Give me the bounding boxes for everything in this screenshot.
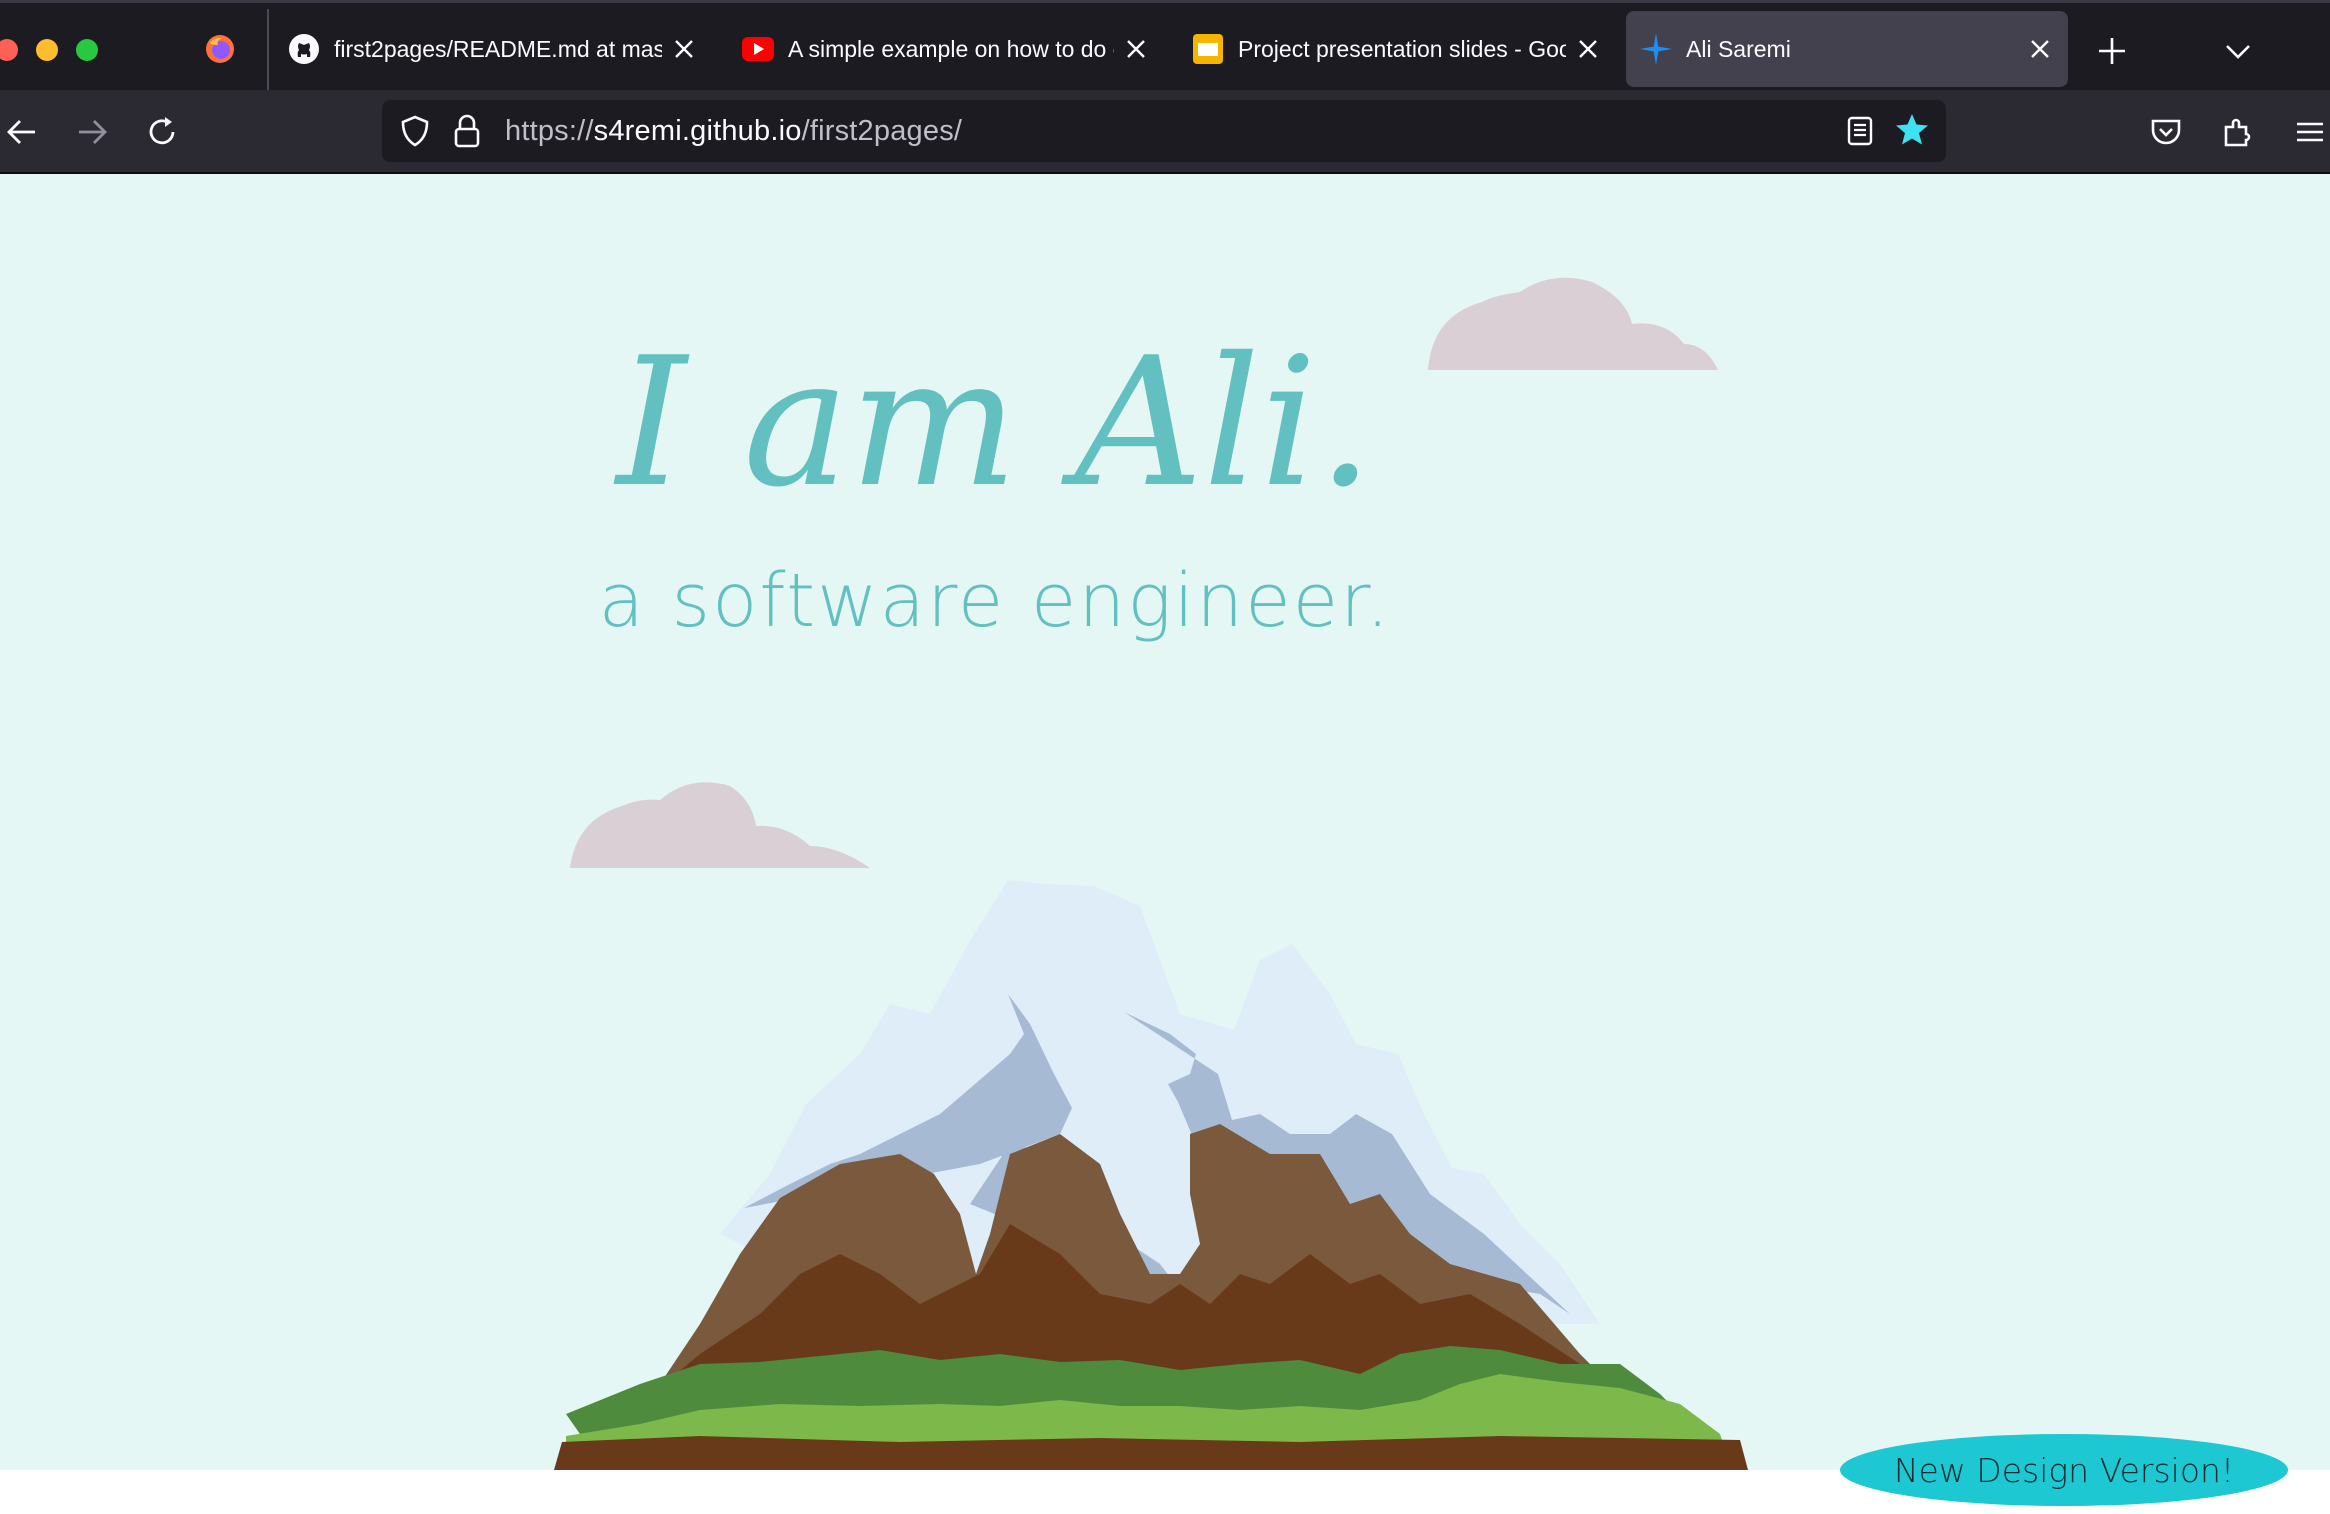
- tab-youtube[interactable]: A simple example on how to do c: [742, 11, 1150, 87]
- url-scheme: https://: [505, 115, 594, 147]
- menu-button[interactable]: [2288, 110, 2330, 154]
- close-tab-icon[interactable]: [670, 35, 698, 63]
- tab-strip: first2pages/README.md at master A simple…: [0, 0, 2330, 93]
- hero-name: I am Ali.: [616, 319, 1374, 526]
- new-design-version-button[interactable]: New Design Version!: [1840, 1434, 2288, 1506]
- navigation-toolbar: https://s4remi.github.io/first2pages/: [0, 90, 2330, 174]
- github-icon: [288, 33, 320, 65]
- plus-icon: [2099, 38, 2125, 64]
- hamburger-menu-icon: [2297, 122, 2323, 142]
- puzzle-icon: [2224, 118, 2251, 147]
- firefox-icon[interactable]: [204, 33, 236, 65]
- tab-separator: [267, 9, 269, 93]
- reload-icon: [149, 117, 175, 145]
- page-content: I am Ali. a software engineer.: [0, 174, 2330, 1470]
- lock-icon[interactable]: [452, 113, 482, 149]
- bookmark-star-icon[interactable]: [1894, 112, 1930, 148]
- arrow-left-icon: [7, 120, 35, 144]
- minimize-window-button[interactable]: [36, 39, 58, 61]
- tab-google-slides[interactable]: Project presentation slides - Google Sli…: [1192, 11, 1602, 87]
- pocket-button[interactable]: [2144, 110, 2188, 154]
- tab-title: Ali Saremi: [1686, 35, 1791, 62]
- close-tab-icon[interactable]: [2026, 35, 2054, 63]
- tab-ali-saremi[interactable]: Ali Saremi: [1626, 11, 2068, 87]
- new-tab-button[interactable]: [2090, 29, 2134, 73]
- url-path: /first2pages/: [801, 115, 963, 147]
- url-host: s4remi.github.io: [593, 115, 802, 147]
- sparkle-icon: [1640, 33, 1672, 65]
- arrow-right-icon: [79, 120, 107, 144]
- hero-subtitle: a software engineer.: [598, 558, 1392, 644]
- list-all-tabs-button[interactable]: [2216, 29, 2260, 73]
- back-button[interactable]: [0, 110, 44, 154]
- forward-button[interactable]: [70, 110, 114, 154]
- google-slides-icon: [1192, 33, 1224, 65]
- tab-github-readme[interactable]: first2pages/README.md at master: [288, 11, 698, 87]
- maximize-window-button[interactable]: [76, 39, 98, 61]
- tab-title: A simple example on how to do c: [788, 35, 1114, 62]
- close-tab-icon[interactable]: [1122, 35, 1150, 63]
- close-tab-icon[interactable]: [1574, 35, 1602, 63]
- extensions-button[interactable]: [2216, 110, 2260, 154]
- url-text[interactable]: https://s4remi.github.io/first2pages/: [505, 115, 962, 148]
- reload-button[interactable]: [140, 110, 184, 154]
- tab-title: Project presentation slides - Google Sli…: [1238, 35, 1566, 62]
- youtube-icon: [742, 33, 774, 65]
- reader-view-icon[interactable]: [1844, 115, 1876, 147]
- pocket-icon: [2151, 119, 2181, 145]
- mountain: [554, 880, 1748, 1470]
- close-window-button[interactable]: [0, 39, 18, 61]
- shield-icon[interactable]: [398, 114, 432, 148]
- tab-title: first2pages/README.md at master: [334, 35, 662, 62]
- cloud: [570, 782, 870, 868]
- chevron-down-icon: [2226, 45, 2250, 59]
- url-bar[interactable]: https://s4remi.github.io/first2pages/: [382, 100, 1946, 162]
